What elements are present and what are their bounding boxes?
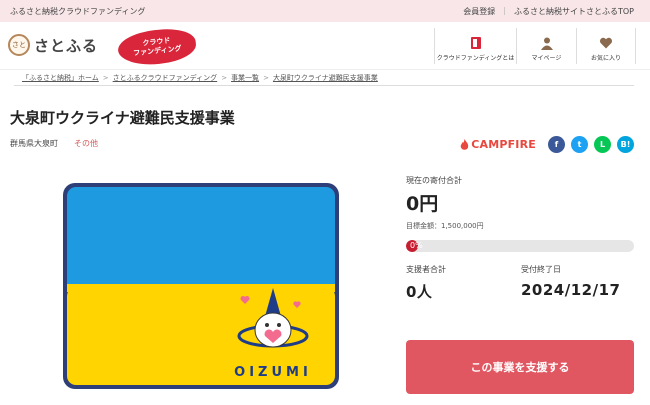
top-bar: ふるさと納税クラウドファンディング 会員登録 | ふるさと納税サイトさとふるTO…: [0, 0, 650, 22]
region-label: 群馬県大泉町: [10, 139, 58, 148]
progress-bar: 0%: [406, 240, 634, 252]
user-icon: [540, 37, 553, 50]
nav-favorites[interactable]: お気に入り: [576, 28, 636, 64]
hero-caption: OIZUMI: [234, 365, 312, 380]
twitter-share-button[interactable]: t: [571, 136, 588, 153]
nav-label: クラウドファンディングとは: [436, 55, 515, 62]
top-links: 会員登録 | ふるさと納税サイトさとふるTOP: [463, 6, 634, 17]
link-separator: |: [503, 6, 506, 15]
heart-icon: [599, 37, 613, 49]
hatena-bookmark-button[interactable]: B!: [617, 136, 634, 153]
nav-label: お気に入り: [590, 55, 621, 62]
flame-icon: [460, 138, 469, 150]
deadline-date: 2024/12/17: [521, 281, 621, 299]
campfire-text: CAMPFIRE: [471, 138, 536, 151]
nav-label: マイページ: [531, 55, 562, 62]
register-link[interactable]: 会員登録: [463, 6, 495, 17]
breadcrumb-current[interactable]: 大泉町ウクライナ避難民支援事業: [273, 73, 378, 83]
book-icon: [470, 37, 481, 49]
satofull-top-link[interactable]: ふるさと納税サイトさとふるTOP: [514, 6, 634, 17]
campfire-logo[interactable]: CAMPFIRE: [460, 138, 536, 151]
category-link[interactable]: その他: [74, 138, 98, 149]
project-meta: 群馬県大泉町 その他: [10, 138, 98, 149]
support-project-button[interactable]: この事業を支援する: [406, 340, 634, 394]
facebook-share-button[interactable]: f: [548, 136, 565, 153]
funding-stats: 現在の寄付合計 0円 目標金額：1,500,000円 0% 支援者合計 0人 受…: [406, 175, 634, 308]
breadcrumb-home[interactable]: 「ふるさと納税」ホーム: [22, 73, 99, 83]
site-logo[interactable]: さと さとふる: [8, 34, 98, 56]
logo-text: さとふる: [34, 36, 99, 55]
site-tagline: ふるさと納税クラウドファンディング: [10, 7, 146, 16]
ukraine-flag-illustration: OIZUMI: [63, 183, 339, 389]
site-header: さと さとふる クラウド ファンディング クラウドファンディングとは マイページ…: [0, 22, 650, 70]
breadcrumb: 「ふるさと納税」ホーム > さとふるクラウドファンディング > 事業一覧 > 大…: [14, 70, 634, 86]
crowdfunding-badge[interactable]: クラウド ファンディング: [116, 26, 198, 68]
progress-percent: 0%: [410, 241, 423, 250]
supporters-label: 支援者合計: [406, 265, 446, 274]
breadcrumb-project-list[interactable]: 事業一覧: [231, 73, 259, 83]
line-share-button[interactable]: L: [594, 136, 611, 153]
current-total-amount: 0円: [406, 193, 439, 215]
share-bar: CAMPFIRE f t L B!: [460, 136, 634, 153]
page-title: 大泉町ウクライナ避難民支援事業: [10, 109, 235, 127]
logo-mark: さと: [8, 34, 30, 56]
header-nav: クラウドファンディングとは マイページ お気に入り: [434, 28, 636, 64]
goal-amount: 目標金額：1,500,000円: [406, 222, 484, 230]
nav-about-crowdfunding[interactable]: クラウドファンディングとは: [434, 28, 516, 64]
breadcrumb-crowdfunding[interactable]: さとふるクラウドファンディング: [113, 73, 218, 83]
chevron-right-icon: >: [263, 73, 269, 82]
deadline-label: 受付終了日: [521, 265, 561, 274]
nav-mypage[interactable]: マイページ: [516, 28, 576, 64]
current-total-label: 現在の寄付合計: [406, 176, 462, 185]
project-hero-image: OIZUMI: [60, 180, 342, 392]
chevron-right-icon: >: [221, 73, 228, 82]
supporters-count: 0人: [406, 283, 433, 301]
chevron-right-icon: >: [102, 73, 109, 82]
badge-line2: ファンディング: [132, 44, 182, 58]
